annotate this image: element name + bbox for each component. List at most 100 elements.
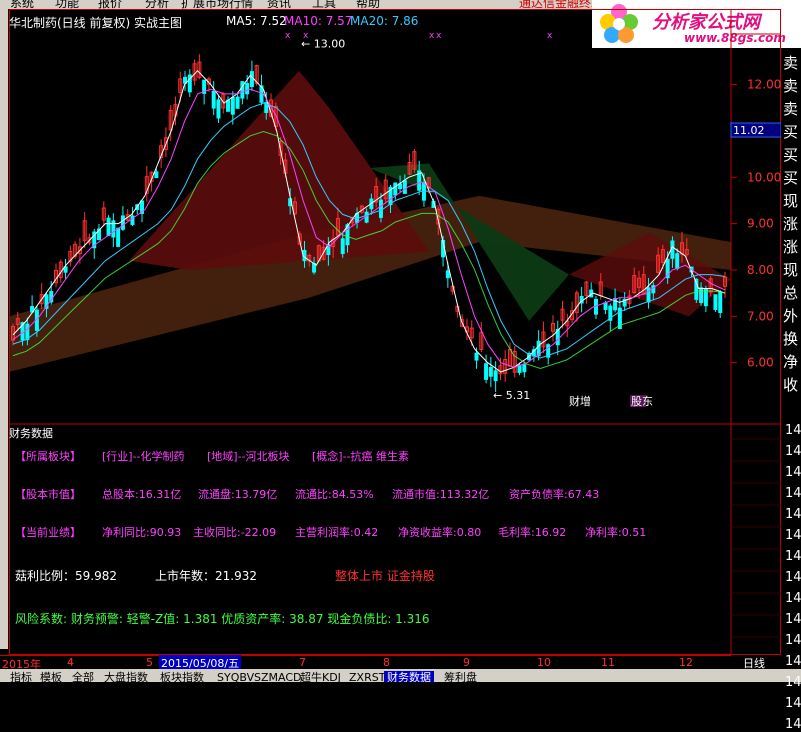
quote-field-label: 涨 — [783, 215, 799, 233]
quote-field-value: 14 — [785, 444, 801, 459]
date-label: 11 — [601, 656, 615, 669]
finance-revenue-yoy: 主收同比:-22.09 — [193, 526, 277, 539]
candle-body — [230, 97, 235, 115]
candle-body — [216, 99, 221, 119]
candle-body — [699, 287, 704, 304]
quote-field-value: 14 — [785, 486, 801, 501]
candle-body — [340, 238, 345, 254]
candle-body — [25, 323, 30, 341]
tab-profit-chips[interactable]: 筹利盘 — [444, 671, 477, 682]
left-toolbar-strip — [0, 9, 8, 649]
finance-float-ratio: 流通比:84.53% — [295, 488, 374, 501]
chart-title: 华北制药(日线 前复权) 实战主图 — [9, 16, 182, 30]
chart-header: 华北制药(日线 前复权) 实战主图 MA5: 7.52 MA10: 7.57 M… — [9, 14, 589, 32]
quote-field-label: 买 — [783, 146, 799, 164]
finance-listed-years: 上市年数：21.932 — [155, 569, 257, 583]
tab-market-index[interactable]: 大盘指数 — [104, 671, 148, 682]
quote-field-label: 买 — [783, 169, 799, 187]
candle-body — [249, 71, 254, 87]
candle-body — [718, 291, 723, 313]
candle-body — [393, 182, 398, 196]
finance-concept: [概念]--抗癌 维生素 — [312, 450, 410, 463]
candle-body — [120, 215, 125, 230]
candle-body — [245, 83, 250, 95]
candle-body — [116, 227, 121, 247]
quote-field-value: 14 — [785, 507, 801, 522]
menu-extended-market[interactable]: 扩展市场行情 — [181, 0, 253, 9]
finance-panel: 财务数据 【所属板块】 [行业]--化学制药 [地域]--河北板块 [概念]--… — [9, 425, 731, 655]
candle-body — [488, 367, 493, 377]
price-tick-label: 10.00 — [747, 170, 781, 184]
candle-body — [493, 370, 498, 382]
quote-field-label: 卖 — [783, 77, 799, 95]
finance-total-shares: 总股本:16.31亿 — [102, 488, 182, 501]
tab-financial-data[interactable]: 财务数据 — [384, 671, 434, 682]
signal-marker: x — [429, 31, 435, 41]
quote-field-value: 14 — [785, 612, 801, 627]
menu-news[interactable]: 资讯 — [267, 0, 291, 9]
finance-float-value: 流通市值:113.32亿 — [392, 488, 490, 501]
tab-sector-index[interactable]: 板块指数 — [160, 671, 204, 682]
menu-help[interactable]: 帮助 — [356, 0, 380, 9]
finance-listing-note: 整体上市 证金持股 — [335, 569, 435, 583]
tab-zxrst[interactable]: ZXRST — [349, 671, 385, 682]
candle-body — [106, 217, 111, 237]
tab-all[interactable]: 全部 — [72, 671, 94, 682]
menu-function[interactable]: 功能 — [55, 0, 79, 9]
quote-field-value: 14 — [785, 570, 801, 585]
date-label: 5 — [146, 656, 153, 669]
candle-body — [240, 81, 245, 99]
ma20-label: MA20: 7.86 — [350, 14, 419, 28]
candle-body — [603, 302, 608, 310]
candle-body — [154, 171, 159, 179]
candle-body — [713, 294, 718, 310]
quote-field-value: 14 — [785, 633, 801, 648]
date-label: 12 — [679, 656, 693, 669]
tab-super-kdj[interactable]: 超牛KDJ — [300, 671, 341, 682]
finance-float-shares: 流通盘:13.79亿 — [198, 488, 278, 501]
price-tick-label: 9.00 — [747, 217, 774, 231]
tab-szmacd[interactable]: SZMACD — [254, 671, 302, 682]
finance-risk-line: 风险系数: 财务预警: 轻警-Z值: 1.381 优质资产率: 38.87 现金… — [15, 612, 430, 626]
quote-field-label: 现 — [783, 192, 799, 210]
finance-region: [地域]--河北板块 — [207, 450, 290, 463]
low-price-label: ← 5.31 — [493, 389, 530, 402]
finance-operating-margin: 主营利润率:0.42 — [295, 526, 379, 539]
quote-field-label: 涨 — [783, 238, 799, 256]
price-tick-label: 7.00 — [747, 309, 774, 323]
quote-field-label: 卖 — [783, 100, 799, 118]
candle-body — [484, 363, 489, 380]
menu-tools[interactable]: 工具 — [312, 0, 336, 9]
quote-field-label: 买 — [783, 123, 799, 141]
menu-quote[interactable]: 报价 — [98, 0, 122, 9]
date-label: 8 — [383, 656, 390, 669]
tab-syqbv[interactable]: SYQBV — [217, 671, 254, 682]
signal-marker: x — [547, 31, 553, 41]
candle-body — [235, 96, 240, 109]
date-axis-bar: 2015年 4 5 2015/05/08/五 7 8 9 10 11 12 日线 — [0, 655, 801, 671]
event-marker: 股东 — [631, 395, 653, 408]
quote-field-value: 14 — [785, 465, 801, 480]
app-banner: 通达信金融终端 — [519, 0, 604, 9]
candle-body — [378, 199, 383, 218]
signal-marker: x — [436, 31, 442, 41]
ma5-label: MA5: 7.52 — [226, 14, 287, 28]
tab-indicator[interactable]: 指标 — [10, 671, 32, 682]
price-tick-label: 8.00 — [747, 263, 774, 277]
tab-template[interactable]: 模板 — [40, 671, 62, 682]
quote-field-label: 换 — [783, 330, 799, 348]
quote-field-label: 现 — [783, 261, 799, 279]
date-label: 4 — [67, 656, 74, 669]
quote-field-label: 净 — [783, 353, 799, 371]
date-label: 9 — [463, 656, 470, 669]
current-price-label: 11.02 — [733, 124, 765, 137]
signal-marker: x — [285, 31, 291, 41]
candle-body — [402, 180, 407, 194]
menu-system[interactable]: 系统 — [10, 0, 34, 9]
menu-analysis[interactable]: 分析 — [145, 0, 169, 9]
quote-field-value: 14 — [785, 528, 801, 543]
quote-field-value: 14 — [785, 591, 801, 606]
date-label: 7 — [299, 656, 306, 669]
quote-field-value: 14 — [785, 675, 801, 690]
price-tick-label: 6.00 — [747, 356, 774, 370]
